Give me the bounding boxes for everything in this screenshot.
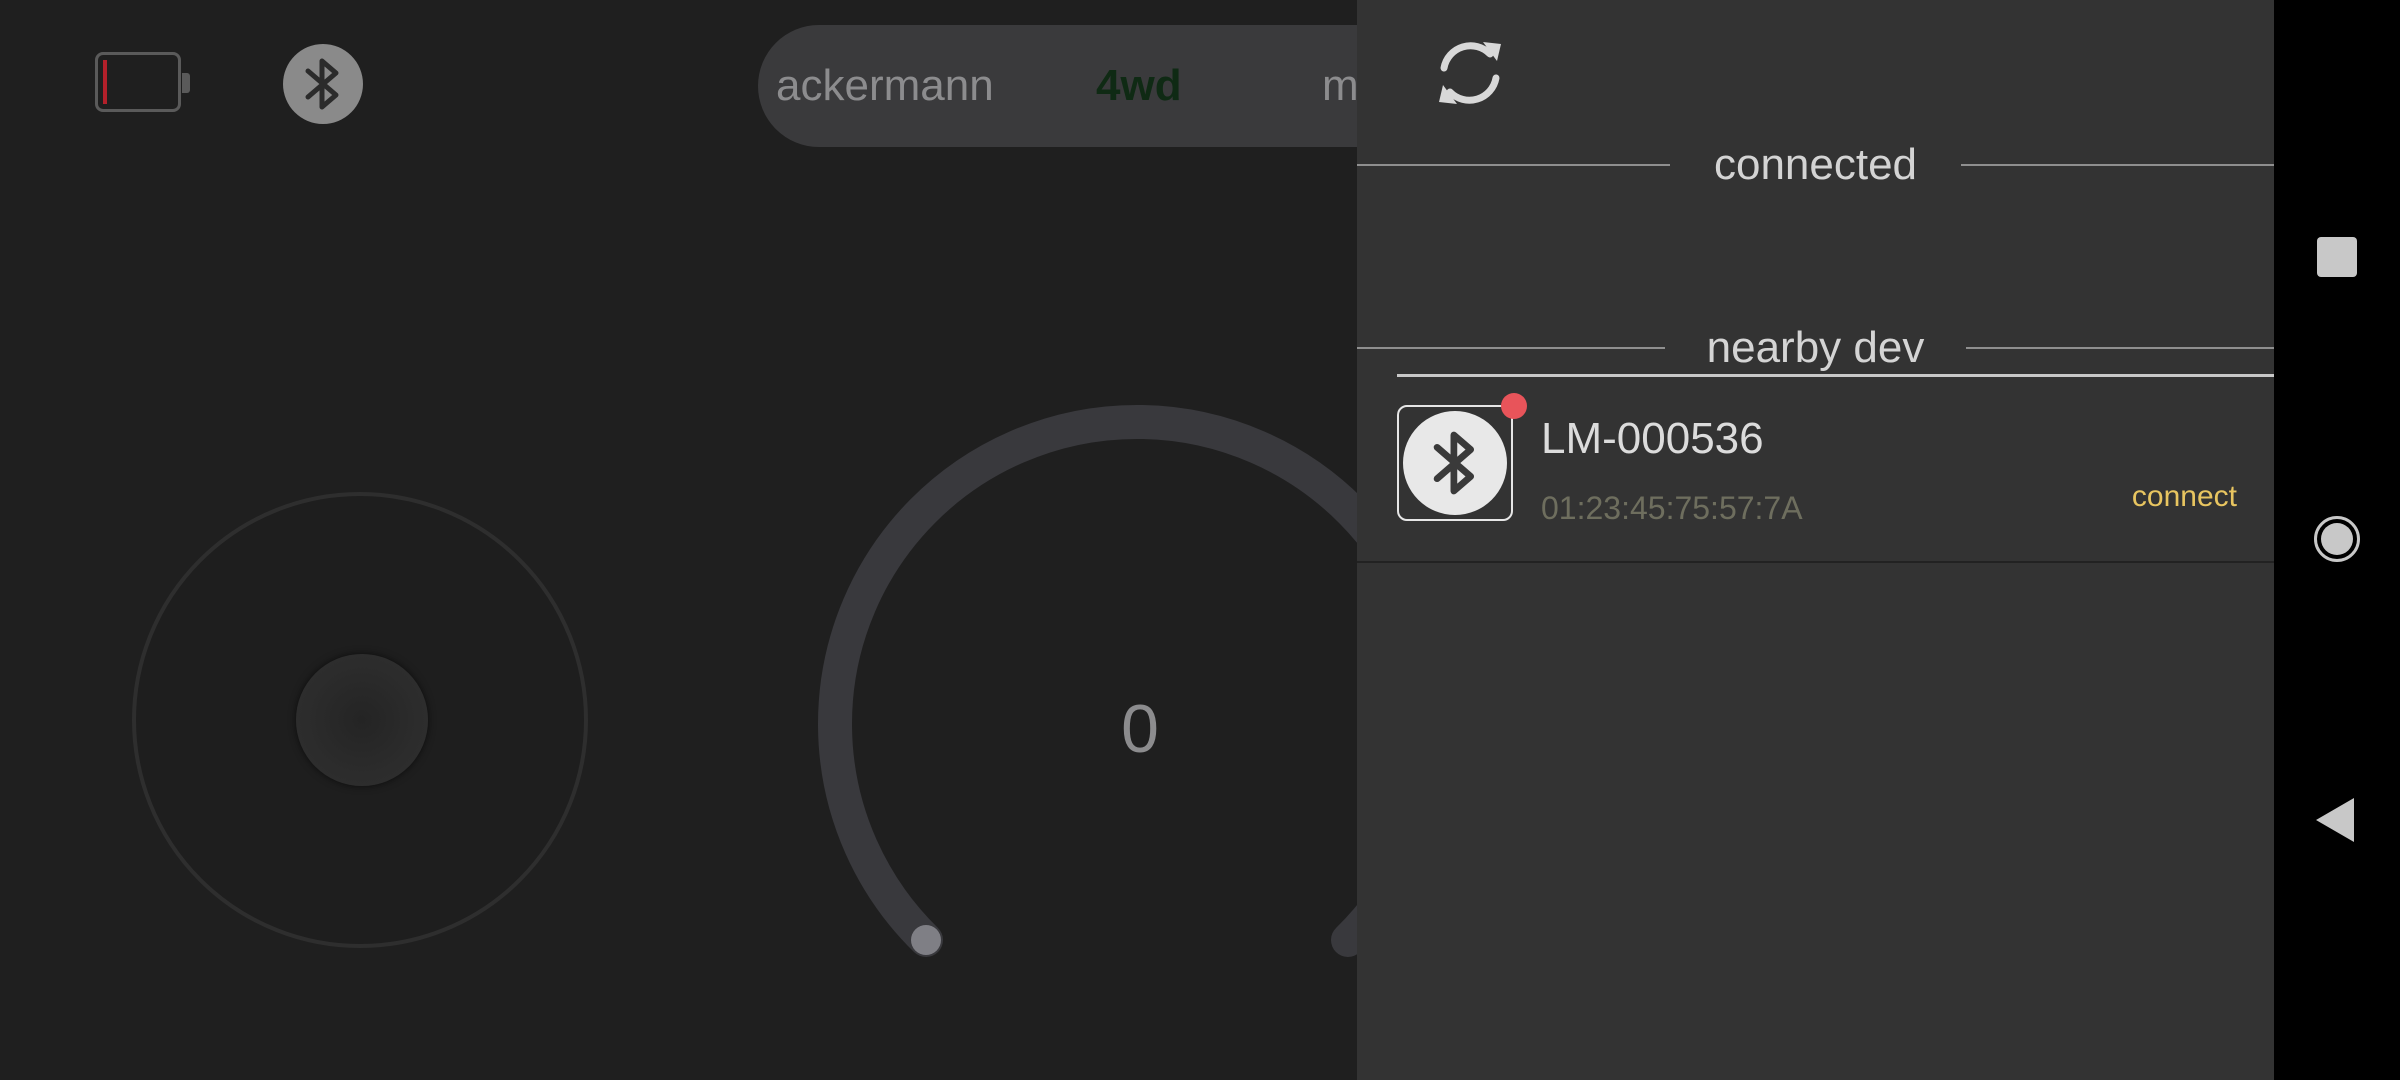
mode-option-m[interactable]: m	[1322, 25, 1359, 147]
connected-section-header: connected	[1357, 135, 2274, 195]
speed-dial-track	[818, 405, 1456, 957]
status-dot	[1501, 393, 1527, 419]
back-triangle-icon[interactable]	[2316, 798, 2354, 842]
mode-option-4wd[interactable]: 4wd	[1096, 25, 1182, 147]
connected-title: connected	[1713, 140, 1918, 189]
device-drawer: connected nearby dev LM-000536 01:23:45:…	[1357, 0, 2274, 1080]
connect-button[interactable]: connect	[2132, 480, 2237, 514]
device-name: LM-000536	[1541, 414, 1764, 463]
recents-square-icon[interactable]	[2317, 237, 2357, 277]
app-screen: ackermann 4wd m 0 connected nearby dev L…	[0, 0, 2400, 1080]
nearby-section-header: nearby dev	[1357, 318, 2274, 378]
bluetooth-icon[interactable]	[283, 44, 363, 124]
device-bluetooth-icon	[1397, 405, 1513, 521]
battery-icon	[95, 52, 190, 112]
device-list-item[interactable]: LM-000536 01:23:45:75:57:7A connect	[1357, 378, 2274, 563]
home-circle-icon[interactable]	[2314, 516, 2360, 562]
drive-mode-selector: ackermann 4wd m	[758, 25, 1418, 147]
nearby-title: nearby dev	[1706, 323, 1925, 372]
device-mac-address: 01:23:45:75:57:7A	[1541, 490, 1803, 526]
system-nav-bar	[2274, 0, 2400, 1080]
speed-value: 0	[1121, 691, 1159, 767]
list-divider	[1397, 374, 2274, 377]
refresh-button[interactable]	[1427, 30, 1513, 116]
refresh-icon	[1439, 42, 1501, 104]
speed-dial-handle	[911, 925, 941, 955]
mode-option-ackermann[interactable]: ackermann	[776, 25, 994, 147]
joystick-knob[interactable]	[296, 654, 428, 786]
